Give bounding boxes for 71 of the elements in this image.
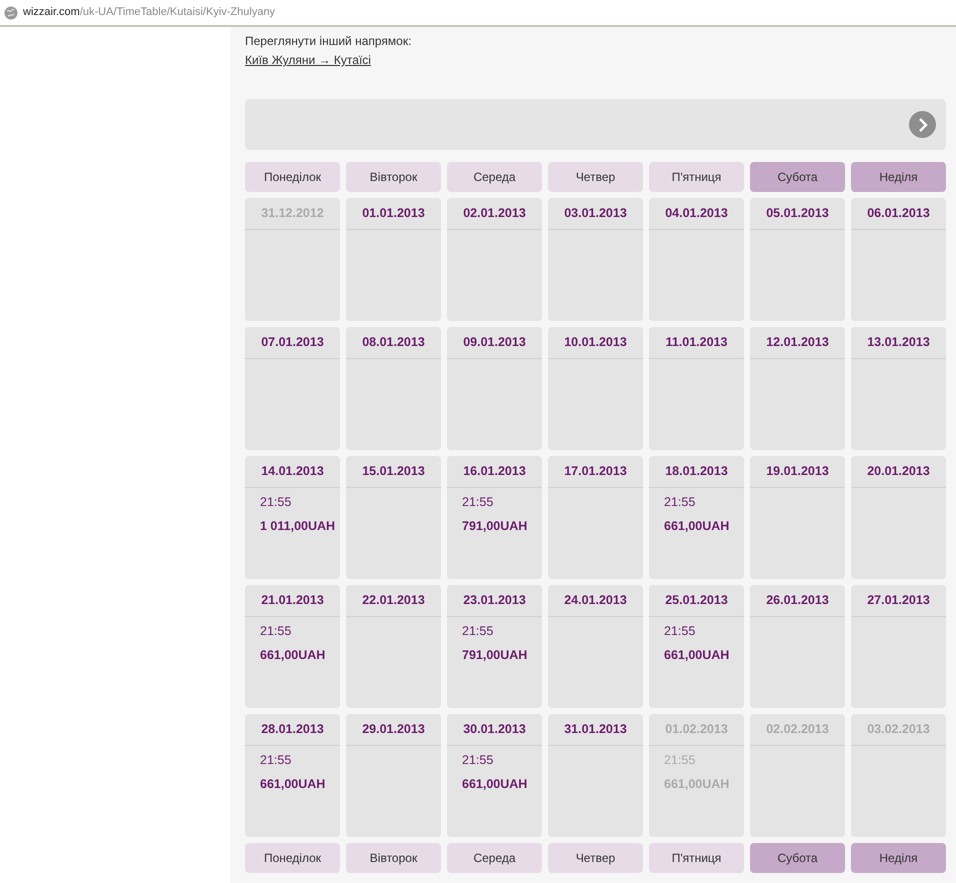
- flight-time[interactable]: 21:55: [664, 495, 696, 509]
- flight-price[interactable]: 1 011,00UAH: [260, 519, 336, 533]
- flight-price[interactable]: 661,00UAH: [664, 648, 730, 662]
- date-label: 26.01.2013: [766, 592, 829, 610]
- flight-time[interactable]: 21:55: [462, 624, 494, 638]
- date-label: 13.01.2013: [867, 334, 930, 352]
- other-direction-label: Переглянути інший напрямок:: [245, 33, 412, 50]
- flight-time[interactable]: 21:55: [462, 753, 494, 767]
- weekday-header: П'ятниця: [649, 162, 744, 192]
- weekday-header: Понеділок: [245, 162, 340, 192]
- date-label: 20.01.2013: [867, 463, 930, 480]
- date-label: 04.01.2013: [665, 205, 728, 222]
- flight-time[interactable]: 21:55: [260, 495, 292, 509]
- date-label: 01.02.2013: [665, 721, 728, 738]
- weekday-header: Субота: [750, 162, 845, 192]
- weekday-header: Понеділок: [245, 843, 340, 873]
- date-label: 07.01.2013: [261, 334, 324, 352]
- date-label: 31.01.2013: [564, 721, 627, 738]
- weekday-header: Неділя: [851, 162, 946, 192]
- flight-price[interactable]: 661,00UAH: [260, 648, 326, 662]
- weekday-header: Вівторок: [346, 162, 441, 192]
- date-label: 21.01.2013: [261, 592, 324, 610]
- date-label: 11.01.2013: [666, 334, 728, 352]
- date-label: 16.01.2013: [463, 463, 526, 480]
- date-label: 23.01.2013: [463, 592, 526, 610]
- flight-price[interactable]: 661,00UAH: [462, 777, 528, 791]
- date-label: 25.01.2013: [665, 592, 728, 610]
- date-label: 09.01.2013: [463, 334, 526, 352]
- flight-time[interactable]: 21:55: [260, 624, 292, 638]
- next-month-button[interactable]: [909, 111, 936, 138]
- flight-price[interactable]: 791,00UAH: [462, 519, 528, 533]
- weekday-header: Вівторок: [346, 843, 441, 873]
- date-label: 06.01.2013: [867, 205, 930, 222]
- date-label: 15.01.2013: [362, 463, 425, 480]
- date-label: 30.01.2013: [463, 721, 526, 738]
- flight-time[interactable]: 21:55: [664, 624, 696, 638]
- globe-icon: [4, 6, 18, 20]
- flight-time[interactable]: 21:55: [462, 495, 494, 509]
- address-url[interactable]: wizzair.com/uk-UA/TimeTable/Kutaisi/Kyiv-Zhulyany: [23, 4, 276, 21]
- flight-price[interactable]: 661,00UAH: [260, 777, 326, 791]
- weekday-header: Четвер: [548, 162, 643, 192]
- flight-price[interactable]: 791,00UAH: [462, 648, 528, 662]
- date-label: 02.02.2013: [766, 721, 829, 738]
- date-label: 29.01.2013: [362, 721, 425, 738]
- date-label: 27.01.2013: [867, 592, 930, 610]
- date-label: 03.01.2013: [564, 205, 627, 222]
- date-label: 22.01.2013: [362, 592, 425, 610]
- date-label: 10.01.2013: [564, 334, 627, 352]
- date-label: 17.01.2013: [564, 463, 627, 480]
- date-label: 05.01.2013: [766, 205, 829, 222]
- route-link[interactable]: Київ Жуляни → Кутаїсі: [245, 53, 371, 67]
- date-label: 03.02.2013: [867, 721, 930, 738]
- weekday-header: Четвер: [548, 843, 643, 873]
- date-label: 31.12.2012: [261, 205, 324, 222]
- date-label: 01.01.2013: [362, 205, 425, 222]
- date-label: 28.01.2013: [261, 721, 324, 738]
- weekday-header: Середа: [447, 162, 542, 192]
- weekday-header: Середа: [447, 843, 542, 873]
- date-label: 08.01.2013: [362, 334, 425, 352]
- chevron-right-icon: [916, 118, 928, 132]
- flight-price[interactable]: 661,00UAH: [664, 519, 730, 533]
- weekday-header: Субота: [750, 843, 845, 873]
- date-label: 02.01.2013: [463, 205, 526, 222]
- weekday-header: Неділя: [851, 843, 946, 873]
- weekday-header: П'ятниця: [649, 843, 744, 873]
- date-label: 24.01.2013: [564, 592, 627, 610]
- flight-time[interactable]: 21:55: [260, 753, 292, 767]
- date-label: 19.01.2013: [766, 463, 829, 480]
- date-label: 14.01.2013: [261, 463, 324, 480]
- date-label: 18.01.2013: [665, 463, 728, 480]
- date-label: 12.01.2013: [766, 334, 829, 352]
